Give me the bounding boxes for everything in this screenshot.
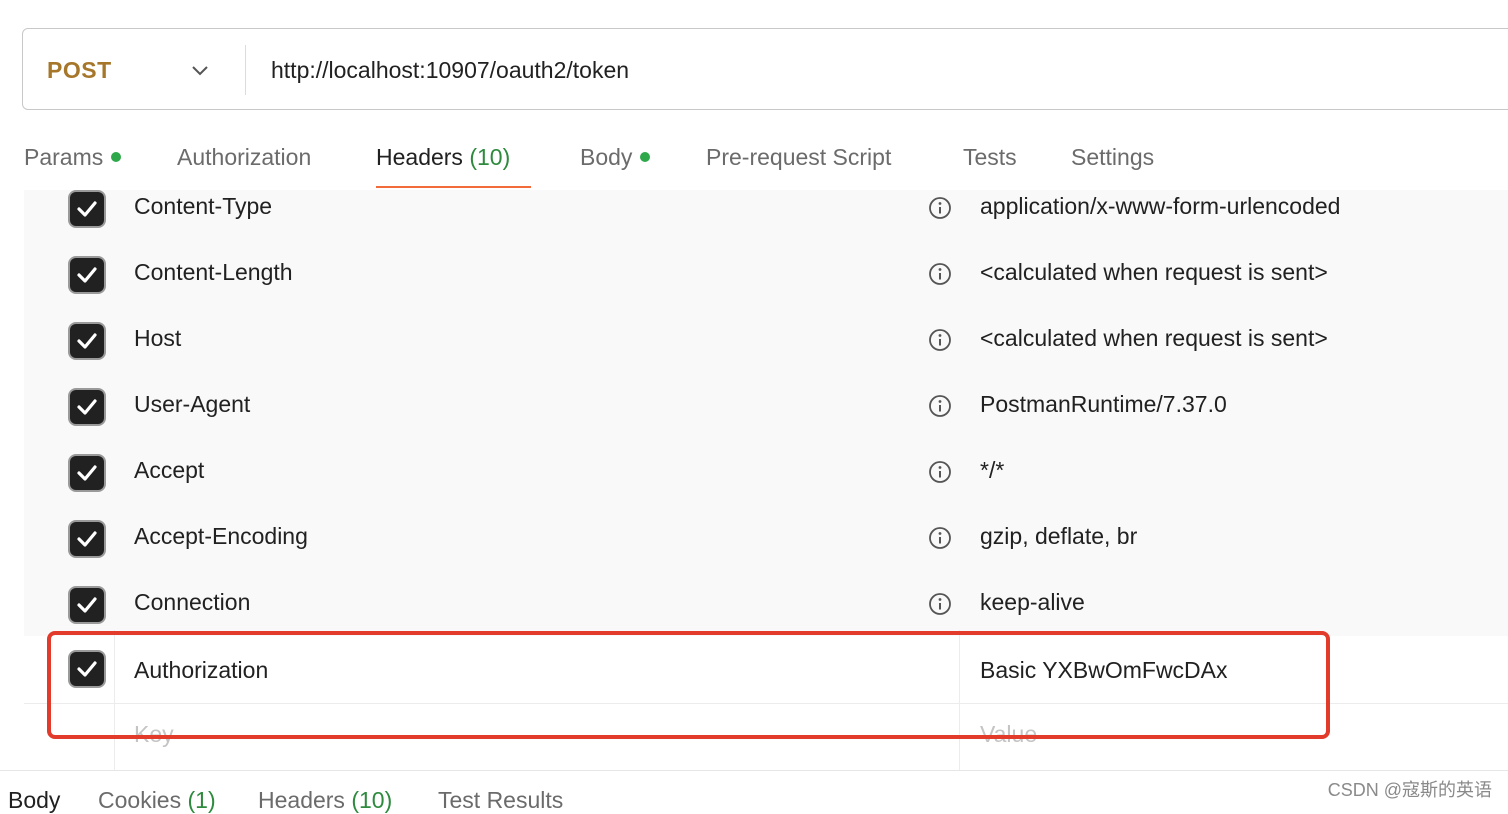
- tab-label: Headers: [376, 144, 463, 170]
- response-tab-test-results[interactable]: Test Results: [438, 787, 563, 814]
- checkmark-icon: [77, 465, 97, 481]
- tab-headers[interactable]: Headers (10): [376, 144, 510, 171]
- tab-label: Params: [24, 144, 104, 170]
- chevron-down-icon[interactable]: [189, 59, 211, 81]
- tab-label: Headers: [258, 787, 345, 813]
- tab-label: Pre-request Script: [706, 144, 892, 170]
- header-key[interactable]: Accept-Encoding: [134, 523, 308, 550]
- info-icon[interactable]: [928, 460, 952, 484]
- response-tab-body[interactable]: Body: [8, 787, 60, 814]
- response-tabs: Body Cookies (1) Headers (10) Test Resul…: [0, 770, 1508, 813]
- row-checkbox[interactable]: [70, 390, 104, 424]
- tab-body[interactable]: Body: [580, 144, 651, 171]
- row-checkbox[interactable]: [70, 456, 104, 490]
- header-row-accept: Accept */*: [24, 454, 1508, 520]
- tab-label: Cookies: [98, 787, 182, 813]
- checkmark-icon: [77, 333, 97, 349]
- header-row-host: Host <calculated when request is sent>: [24, 322, 1508, 388]
- response-tab-headers[interactable]: Headers (10): [258, 787, 392, 814]
- request-tabs: Params Authorization Headers (10) Body P…: [24, 140, 1508, 190]
- tab-params[interactable]: Params: [24, 144, 122, 171]
- tab-label: Body: [580, 144, 633, 170]
- checkmark-icon: [77, 531, 97, 547]
- checkmark-icon: [77, 267, 97, 283]
- active-tab-indicator: [376, 186, 531, 188]
- tab-tests[interactable]: Tests: [963, 144, 1017, 171]
- header-row-content-length: Content-Length <calculated when request …: [24, 256, 1508, 322]
- checkmark-icon: [77, 597, 97, 613]
- row-checkbox[interactable]: [70, 522, 104, 556]
- tab-count: (1): [187, 787, 216, 813]
- method-select[interactable]: POST: [47, 57, 112, 84]
- header-row-content-type: Content-Type application/x-www-form-urle…: [24, 190, 1508, 256]
- header-key[interactable]: Content-Length: [134, 259, 293, 286]
- header-key[interactable]: Host: [134, 325, 181, 352]
- request-url-bar: POST http://localhost:10907/oauth2/token: [22, 28, 1508, 110]
- annotation-highlight-box: [47, 631, 1330, 739]
- header-value[interactable]: <calculated when request is sent>: [980, 259, 1328, 286]
- tab-label: Settings: [1071, 144, 1155, 170]
- header-row-user-agent: User-Agent PostmanRuntime/7.37.0: [24, 388, 1508, 454]
- response-tab-cookies[interactable]: Cookies (1): [98, 787, 216, 814]
- header-value[interactable]: application/x-www-form-urlencoded: [980, 193, 1340, 220]
- row-checkbox[interactable]: [70, 258, 104, 292]
- checkmark-icon: [77, 399, 97, 415]
- row-checkbox[interactable]: [70, 324, 104, 358]
- row-checkbox[interactable]: [70, 588, 104, 622]
- modified-dot-icon: [640, 152, 651, 162]
- tab-count: (10): [351, 787, 393, 813]
- header-value[interactable]: */*: [980, 457, 1004, 484]
- info-icon[interactable]: [928, 526, 952, 550]
- tab-settings[interactable]: Settings: [1071, 144, 1154, 171]
- header-value[interactable]: <calculated when request is sent>: [980, 325, 1328, 352]
- info-icon[interactable]: [928, 262, 952, 286]
- divider: [245, 45, 246, 95]
- header-value[interactable]: PostmanRuntime/7.37.0: [980, 391, 1227, 418]
- watermark: CSDN @寇斯的英语: [1327, 780, 1492, 800]
- tab-count: (10): [469, 144, 511, 170]
- tab-label: Tests: [963, 144, 1017, 170]
- info-icon[interactable]: [928, 328, 952, 352]
- header-value[interactable]: gzip, deflate, br: [980, 523, 1137, 550]
- url-input[interactable]: http://localhost:10907/oauth2/token: [271, 57, 629, 84]
- header-row-accept-encoding: Accept-Encoding gzip, deflate, br: [24, 520, 1508, 586]
- row-checkbox[interactable]: [70, 192, 104, 226]
- modified-dot-icon: [111, 152, 122, 162]
- header-key[interactable]: Content-Type: [134, 193, 272, 220]
- info-icon[interactable]: [928, 394, 952, 418]
- tab-label: Authorization: [177, 144, 312, 170]
- header-key[interactable]: User-Agent: [134, 391, 250, 418]
- tab-pre-request-script[interactable]: Pre-request Script: [706, 144, 891, 171]
- tab-authorization[interactable]: Authorization: [177, 144, 311, 171]
- info-icon[interactable]: [928, 592, 952, 616]
- checkmark-icon: [77, 201, 97, 217]
- info-icon[interactable]: [928, 196, 952, 220]
- header-key[interactable]: Accept: [134, 457, 204, 484]
- header-value[interactable]: keep-alive: [980, 589, 1085, 616]
- header-key[interactable]: Connection: [134, 589, 250, 616]
